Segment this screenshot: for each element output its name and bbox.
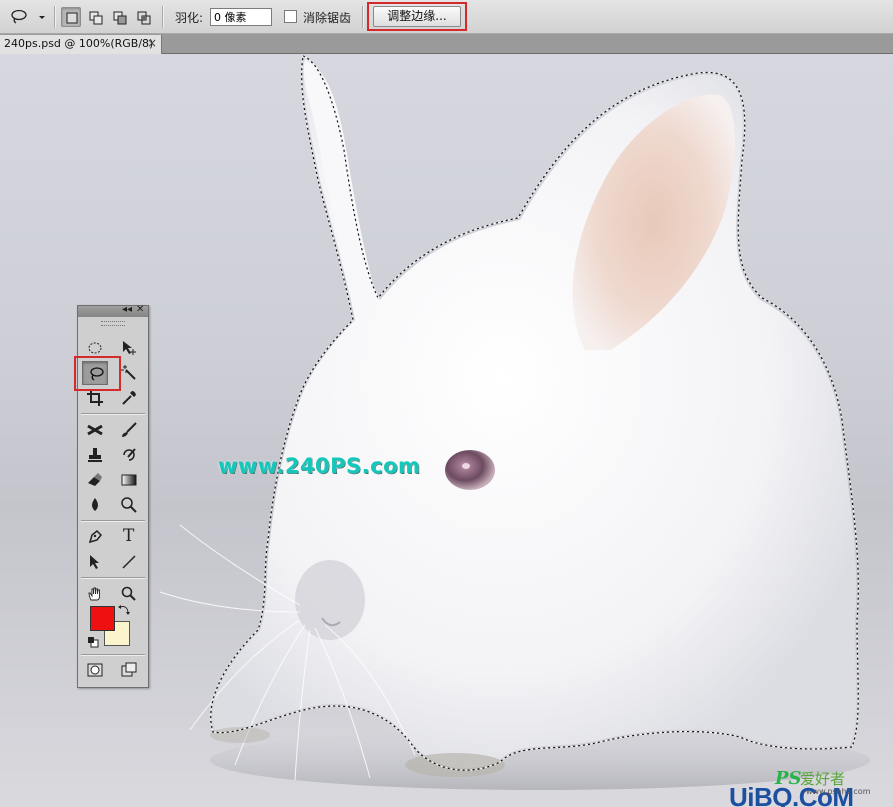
antialias-label: 消除锯齿: [303, 11, 352, 25]
divider: [162, 6, 163, 28]
gradient-tool[interactable]: [116, 468, 142, 492]
zoom-icon: [121, 586, 136, 601]
watermark-url: www.240PS.com: [218, 454, 421, 478]
dodge-tool[interactable]: [116, 493, 142, 517]
annotation-highlight-box: [367, 2, 467, 31]
dodge-icon: [121, 497, 137, 513]
options-bar: 羽化: 消除锯齿 调整边缘...: [0, 0, 893, 34]
add-to-selection-icon: [89, 11, 103, 25]
lasso-icon: [11, 9, 45, 24]
healing-brush-icon: [87, 424, 103, 436]
eraser-icon: [88, 473, 102, 486]
intersect-selection-icon: [137, 11, 151, 25]
type-tool[interactable]: T: [116, 525, 142, 549]
foreground-color-swatch[interactable]: [90, 606, 115, 631]
gradient-icon: [121, 474, 137, 486]
document-tab-bar: 240ps.psd @ 100%(RGB/8) ×: [0, 34, 893, 54]
clone-stamp-tool[interactable]: [82, 443, 108, 467]
history-brush-tool[interactable]: [116, 443, 142, 467]
collapse-icon[interactable]: ◂◂: [122, 304, 132, 315]
divider: [81, 413, 145, 414]
close-icon[interactable]: ✕: [136, 304, 144, 315]
new-selection-icon: [66, 12, 78, 24]
antialias-checkbox[interactable]: [284, 10, 297, 23]
feather-label: 羽化:: [175, 11, 204, 25]
eraser-tool[interactable]: [82, 468, 108, 492]
site-logo-url: www.psahz.com: [806, 787, 871, 796]
healing-brush-tool[interactable]: [82, 418, 108, 442]
divider: [362, 6, 363, 28]
screen-mode-button[interactable]: [116, 658, 142, 682]
line-tool[interactable]: [116, 550, 142, 574]
add-to-selection-button[interactable]: [85, 7, 105, 27]
intersect-selection-button[interactable]: [133, 7, 153, 27]
eyedropper-icon: [122, 391, 136, 405]
brush-tool[interactable]: [116, 418, 142, 442]
chevron-down-icon: [39, 16, 45, 19]
screen-mode-icon: [121, 662, 137, 677]
default-colors-icon[interactable]: [87, 636, 99, 648]
pen-icon: [88, 529, 103, 544]
swap-colors-icon[interactable]: [118, 603, 132, 617]
quick-mask-icon: [87, 663, 103, 677]
panel-grip[interactable]: [101, 321, 125, 326]
line-icon: [122, 555, 136, 569]
divider: [81, 577, 145, 578]
new-selection-button[interactable]: [61, 7, 81, 27]
marquee-icon: [88, 342, 102, 354]
move-icon: [123, 341, 136, 355]
divider: [54, 6, 55, 28]
crop-icon: [87, 390, 103, 406]
magic-wand-icon: [121, 365, 136, 380]
type-icon: T: [123, 526, 135, 546]
tools-panel-header[interactable]: ◂◂ ✕: [78, 304, 148, 317]
hand-icon: [88, 587, 100, 601]
document-tab[interactable]: 240ps.psd @ 100%(RGB/8) ×: [0, 35, 162, 54]
site-logo-cn: 爱好者: [800, 770, 846, 788]
close-icon[interactable]: ×: [147, 36, 157, 50]
blur-icon: [92, 498, 98, 511]
path-selection-icon: [90, 555, 99, 569]
history-brush-icon: [123, 448, 136, 461]
path-selection-tool[interactable]: [82, 550, 108, 574]
subtract-from-selection-icon: [113, 11, 127, 25]
pen-tool[interactable]: [82, 525, 108, 549]
hand-tool[interactable]: [82, 582, 108, 606]
quick-mask-button[interactable]: [82, 658, 108, 682]
site-logo-ps: PS: [775, 768, 802, 789]
clone-stamp-icon: [88, 448, 102, 462]
document-tab-title: 240ps.psd @ 100%(RGB/8): [4, 37, 154, 50]
tool-preset-picker[interactable]: [8, 7, 48, 27]
brush-icon: [122, 422, 137, 437]
subtract-from-selection-button[interactable]: [109, 7, 129, 27]
divider: [81, 520, 145, 521]
feather-input[interactable]: [210, 8, 272, 26]
divider: [81, 654, 145, 655]
annotation-highlight-box: [74, 356, 121, 391]
blur-tool[interactable]: [82, 493, 108, 517]
